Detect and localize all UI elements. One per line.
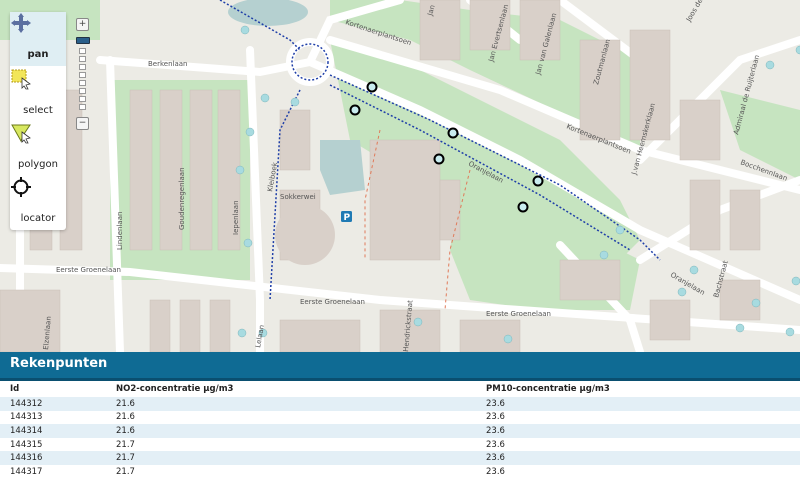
table-row[interactable]: 144317 21.7 23.6 bbox=[0, 465, 800, 479]
cell-no2: 21.7 bbox=[116, 439, 135, 450]
street-label: Eerste Groenelaan bbox=[56, 266, 121, 274]
table-row[interactable]: 144312 21.6 23.6 bbox=[0, 397, 800, 411]
street-label: Berkenlaan bbox=[148, 60, 188, 68]
rekenpunt-marker[interactable] bbox=[532, 175, 544, 187]
rekenpunt-marker[interactable] bbox=[517, 201, 529, 213]
zoom-step[interactable] bbox=[79, 64, 86, 70]
zoom-control: + − bbox=[76, 18, 90, 130]
map-canvas[interactable]: P Berkenlaan Lindenlaan Goudenregenlaan … bbox=[0, 0, 800, 352]
cell-id: 144317 bbox=[10, 466, 43, 477]
zoom-step[interactable] bbox=[79, 88, 86, 94]
zoom-step[interactable] bbox=[79, 80, 86, 86]
table-row[interactable]: 144315 21.7 23.6 bbox=[0, 438, 800, 452]
cell-pm10: 23.6 bbox=[486, 439, 505, 450]
zoom-step[interactable] bbox=[79, 48, 86, 54]
select-tool-button[interactable]: select bbox=[10, 68, 66, 122]
cell-no2: 21.6 bbox=[106, 397, 476, 411]
select-icon bbox=[11, 69, 31, 90]
column-header-id[interactable]: Id bbox=[0, 381, 106, 397]
cell-no2: 21.7 bbox=[106, 451, 476, 465]
cell-pm10: 23.6 bbox=[476, 397, 800, 411]
rekenpunten-header: Rekenpunten bbox=[0, 352, 800, 381]
pan-icon bbox=[11, 13, 31, 33]
street-label: Eerste Groenelaan bbox=[300, 298, 365, 306]
table-row[interactable]: 144314 21.6 23.6 bbox=[0, 424, 800, 438]
panel-title: Rekenpunten bbox=[10, 356, 108, 371]
zoom-step[interactable] bbox=[79, 56, 86, 62]
street-label: Iepenlaan bbox=[232, 200, 240, 235]
parking-label: P bbox=[344, 213, 351, 223]
polygon-tool-label: polygon bbox=[18, 159, 58, 170]
street-label: Goudenregenlaan bbox=[178, 167, 186, 230]
pan-tool-label: pan bbox=[27, 49, 49, 60]
street-label: Lindenlaan bbox=[116, 212, 124, 250]
cell-id: 144316 bbox=[0, 451, 106, 465]
select-tool-label: select bbox=[23, 105, 53, 116]
table-header-row: Id NO2-concentratie µg/m3 PM10-concentra… bbox=[0, 381, 800, 397]
cell-no2: 21.6 bbox=[106, 424, 476, 438]
street-label: Oranjelaan bbox=[669, 271, 706, 297]
rekenpunt-marker[interactable] bbox=[349, 104, 361, 116]
column-header-pm10[interactable]: PM10-concentratie µg/m3 bbox=[476, 381, 800, 397]
zoom-step[interactable] bbox=[79, 96, 86, 102]
cell-pm10: 23.6 bbox=[476, 424, 800, 438]
table-row[interactable]: 144313 21.6 23.6 bbox=[0, 411, 800, 425]
rekenpunten-table: Id NO2-concentratie µg/m3 PM10-concentra… bbox=[0, 381, 800, 479]
rekenpunt-marker[interactable] bbox=[447, 127, 459, 139]
column-header-no2[interactable]: NO2-concentratie µg/m3 bbox=[106, 381, 476, 397]
cell-id: 144315 bbox=[10, 439, 43, 450]
zoom-out-button[interactable]: − bbox=[76, 117, 89, 130]
polygon-tool-button[interactable]: polygon bbox=[10, 122, 66, 176]
crosshair-icon bbox=[11, 177, 31, 197]
pan-tool-button[interactable]: pan bbox=[10, 12, 66, 66]
street-label: Eerste Groenelaan bbox=[486, 310, 551, 318]
cell-id: 144314 bbox=[0, 424, 106, 438]
locator-tool-label: locator bbox=[20, 213, 56, 224]
cell-no2: 21.6 bbox=[116, 412, 135, 423]
polygon-icon bbox=[11, 124, 31, 144]
cell-no2: 21.7 bbox=[116, 466, 135, 477]
cell-pm10: 23.6 bbox=[486, 466, 505, 477]
cell-id: 144313 bbox=[10, 412, 43, 423]
cell-pm10: 23.6 bbox=[486, 412, 505, 423]
table-row[interactable]: 144316 21.7 23.6 bbox=[0, 451, 800, 465]
zoom-slider-handle[interactable] bbox=[76, 37, 90, 44]
zoom-step[interactable] bbox=[79, 104, 86, 110]
street-label: Joos de bbox=[684, 0, 704, 24]
zoom-in-button[interactable]: + bbox=[76, 18, 89, 31]
cell-pm10: 23.6 bbox=[476, 451, 800, 465]
map-viewport[interactable]: P Berkenlaan Lindenlaan Goudenregenlaan … bbox=[0, 0, 800, 352]
zoom-step[interactable] bbox=[79, 72, 86, 78]
street-label: Sokkerwei bbox=[280, 193, 316, 201]
map-tool-panel: pan select polygon locator bbox=[10, 12, 66, 230]
street-label: Kleiboek bbox=[266, 161, 279, 193]
locator-tool-button[interactable]: locator bbox=[10, 176, 66, 230]
cell-id: 144312 bbox=[0, 397, 106, 411]
rekenpunt-marker[interactable] bbox=[366, 81, 378, 93]
rekenpunt-marker[interactable] bbox=[433, 153, 445, 165]
